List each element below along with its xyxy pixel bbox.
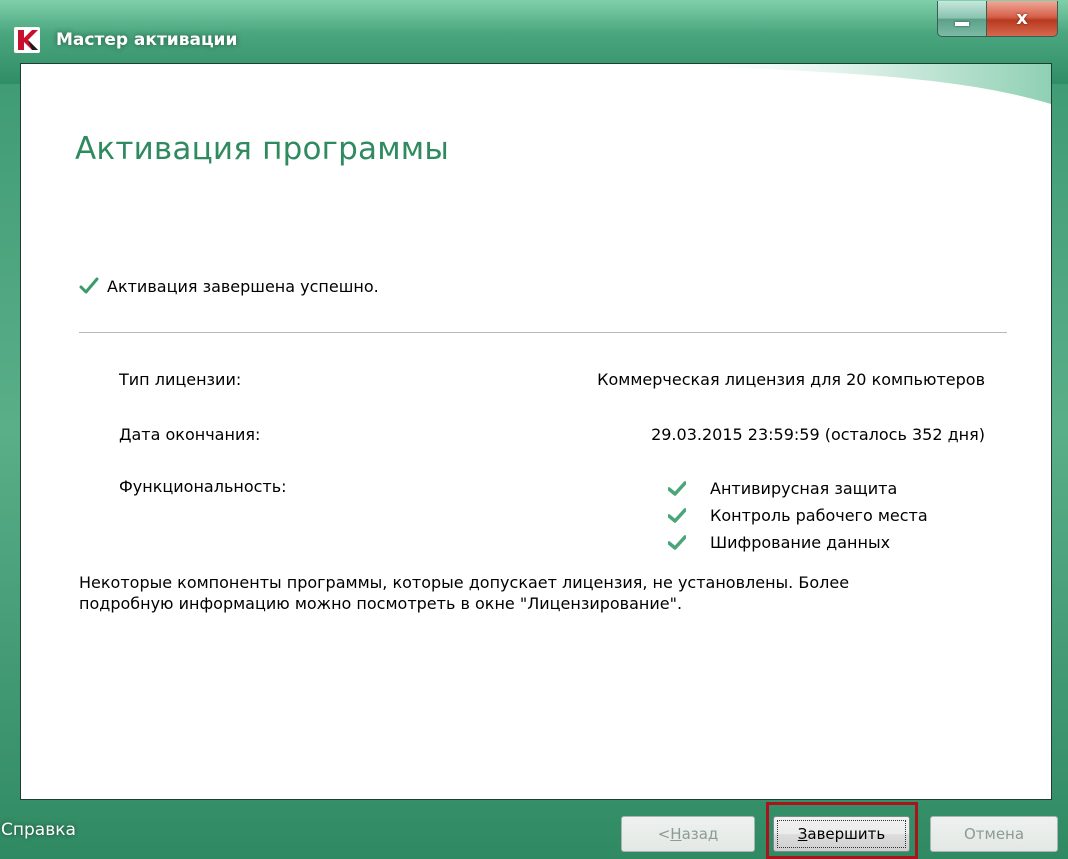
checkmark-icon <box>668 534 686 550</box>
checkmark-icon <box>668 480 686 496</box>
back-prefix: < <box>657 825 671 843</box>
close-icon: x <box>1016 8 1028 29</box>
status-text: Активация завершена успешно. <box>107 276 379 296</box>
wizard-content: Активация программы Активация завершена … <box>20 63 1052 800</box>
minimize-button[interactable] <box>937 1 987 37</box>
back-button[interactable]: < Назад <box>621 816 755 852</box>
note-line-1: Некоторые компоненты программы, которые … <box>79 573 850 592</box>
activation-wizard-window: Мастер активации x Активация программы А… <box>0 0 1068 859</box>
feature-list: Антивирусная защита Контроль рабочего ме… <box>668 475 1028 556</box>
functionality-label: Функциональность: <box>119 477 287 496</box>
minimize-icon <box>955 21 969 26</box>
page-title: Активация программы <box>75 131 450 167</box>
feature-label: Контроль рабочего места <box>710 506 928 525</box>
expiry-date-label: Дата окончания: <box>119 425 261 444</box>
back-label-rest: азад <box>681 825 719 843</box>
finish-label-rest: авершить <box>807 825 886 843</box>
divider <box>79 332 1007 333</box>
note-line-2: подробную информацию можно посмотреть в … <box>79 594 683 613</box>
cancel-button[interactable]: Отмена <box>930 816 1058 852</box>
back-mnemonic: Н <box>670 825 682 843</box>
expiry-date-value: 29.03.2015 23:59:59 (осталось 352 дня) <box>651 425 985 444</box>
feature-label: Шифрование данных <box>710 533 891 552</box>
list-item: Контроль рабочего места <box>668 502 1028 529</box>
activation-status: Активация завершена успешно. <box>79 276 379 296</box>
feature-label: Антивирусная защита <box>710 479 898 498</box>
list-item: Антивирусная защита <box>668 475 1028 502</box>
finish-mnemonic: З <box>797 825 808 843</box>
info-note: Некоторые компоненты программы, которые … <box>79 572 1019 614</box>
license-type-value: Коммерческая лицензия для 20 компьютеров <box>597 370 985 389</box>
license-type-label: Тип лицензии: <box>119 370 242 389</box>
kaspersky-logo-icon <box>14 27 40 53</box>
checkmark-icon <box>668 507 686 523</box>
checkmark-icon <box>79 277 99 294</box>
finish-button[interactable]: Завершить <box>773 816 910 852</box>
help-link[interactable]: Справка <box>1 820 76 840</box>
header-swoosh-decoration <box>651 64 1051 104</box>
window-title: Мастер активации <box>56 30 238 50</box>
list-item: Шифрование данных <box>668 529 1028 556</box>
close-button[interactable]: x <box>986 1 1058 37</box>
